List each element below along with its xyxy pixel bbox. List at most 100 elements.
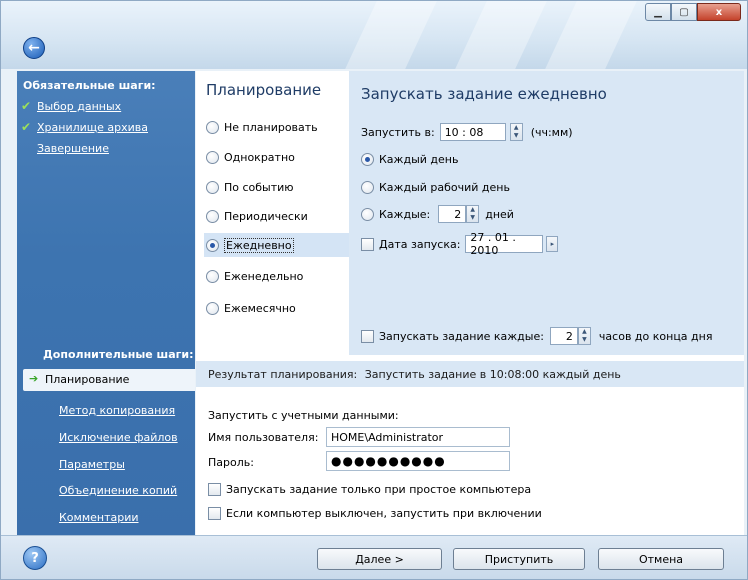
repeat-spinner[interactable]: ▲ ▼ [577,327,591,345]
radio-button[interactable] [206,180,219,194]
sidebar-item-archive-location[interactable]: ✔ Хранилище архива [17,120,195,134]
every-n-days-input[interactable]: 2 [438,205,467,223]
wizard-window: ▁ ▢ x ← Обязательные шаги: ✔ Выбор данных… [0,0,748,580]
idle-only-checkbox[interactable] [208,483,221,496]
radio-button-selected[interactable] [206,238,219,252]
radio-weekly[interactable]: Еженедельно [206,266,303,286]
planning-title: Планирование [206,81,322,99]
sidebar-item-comments[interactable]: Комментарии [59,511,139,524]
glass-streak [545,1,637,69]
start-date-row: Дата запуска: 27 . 01 . 2010 ▸ [361,231,559,257]
checkbox-label: Запускать задание только при простое ком… [226,483,532,496]
current-step-arrow-icon: ➔ [29,372,39,385]
required-steps-heading: Обязательные шаги: [23,79,156,92]
username-field[interactable]: HOME\Administrator [326,427,510,447]
help-icon[interactable]: ? [23,546,47,570]
daily-settings-panel: Запускать задание ежедневно Запустить в:… [349,71,744,355]
back-arrow-icon[interactable]: ← [23,37,45,59]
checkmark-icon: ✔ [21,120,32,134]
sidebar-item-label: Хранилище архива [37,121,149,134]
optional-steps-heading: Дополнительные шаги: [43,348,194,361]
sidebar-item-finish[interactable]: Завершение [17,142,195,155]
sidebar-item-scheduling[interactable]: ➔ Планирование [23,369,195,391]
radio-monthly[interactable]: Ежемесячно [206,298,296,318]
checkmark-icon: ✔ [21,99,32,113]
password-label: Пароль: [208,456,254,469]
run-on-startup-option[interactable]: Если компьютер выключен, запустить при в… [208,507,542,520]
radio-no-schedule[interactable]: Не планировать [206,117,318,137]
next-button[interactable]: Далее > [317,548,442,570]
radio-label: Каждый рабочий день [379,181,510,194]
radio-periodically[interactable]: Периодически [206,206,308,226]
radio-every-n-days[interactable]: Каждые: 2 ▲ ▼ дней [361,205,514,223]
radio-label: Периодически [224,209,308,223]
radio-label: Еженедельно [224,269,304,283]
repeat-checkbox[interactable] [361,329,374,343]
repeat-row: Запускать задание каждые: 2 ▲ ▼ часов до … [361,327,712,345]
glass-streak [455,1,547,69]
checkbox-label: Если компьютер выключен, запустить при в… [226,507,542,520]
repeat-suffix-label: часов до конца дня [598,329,713,343]
radio-button[interactable] [206,301,219,315]
radio-label: Не планировать [224,120,318,134]
days-spinner[interactable]: ▲ ▼ [466,205,480,223]
window-controls: ▁ ▢ x [645,3,741,21]
wizard-button-bar: ? Далее > Приступить Отмена [1,535,747,579]
radio-button[interactable] [206,150,219,164]
radio-label: По событию [224,180,294,194]
sidebar-item-copy-method[interactable]: Метод копирования [59,404,175,417]
close-icon[interactable]: x [697,3,741,21]
sidebar-item-merge-copies[interactable]: Объединение копий [59,484,177,497]
radio-button[interactable] [206,269,219,283]
run-on-startup-checkbox[interactable] [208,507,221,520]
start-date-label: Дата запуска: [379,237,461,251]
radio-daily[interactable]: Ежедневно [204,233,350,257]
start-time-label: Запустить в: [361,125,435,139]
time-spinner[interactable]: ▲ ▼ [509,123,523,141]
radio-button[interactable] [206,209,219,223]
radio-button[interactable] [361,181,374,194]
radio-once[interactable]: Однократно [206,147,295,167]
radio-label: Ежедневно [224,237,294,253]
repeat-label: Запускать задание каждые: [379,329,544,343]
sidebar-item-file-exclusion[interactable]: Исключение файлов [59,431,178,444]
start-date-checkbox[interactable] [361,237,374,251]
radio-label: Ежемесячно [224,301,296,315]
radio-on-event[interactable]: По событию [206,177,294,197]
start-time-row: Запустить в: 10 : 08 ▲ ▼ (чч:мм) [361,123,573,141]
idle-only-option[interactable]: Запускать задание только при простое ком… [208,483,531,496]
radio-button-selected[interactable] [361,153,374,166]
start-date-input[interactable]: 27 . 01 . 2010 [465,231,544,257]
radio-button[interactable] [361,207,374,221]
sidebar-item-label: Завершение [37,142,109,155]
repeat-hours-input[interactable]: 2 [549,327,578,345]
maximize-icon[interactable]: ▢ [671,3,697,21]
minimize-icon[interactable]: ▁ [645,3,671,21]
wizard-sidebar: Обязательные шаги: ✔ Выбор данных ✔ Хранил… [17,71,195,535]
sidebar-item-data-selection[interactable]: ✔ Выбор данных [17,99,195,113]
result-label: Результат планирования: [208,368,358,381]
radio-label: Каждый день [379,153,459,166]
radio-label: Каждые: [379,207,431,221]
proceed-button[interactable]: Приступить [453,548,585,570]
radio-button[interactable] [206,120,219,134]
daily-panel-title: Запускать задание ежедневно [361,85,607,103]
title-bar: ▁ ▢ x ← [1,1,747,69]
radio-every-day[interactable]: Каждый день [361,153,458,166]
sidebar-item-parameters[interactable]: Параметры [59,458,125,471]
main-content: Планирование Не планировать Однократно П… [196,71,744,535]
glass-streak [345,1,437,69]
time-unit-label: (чч:мм) [530,125,573,139]
result-text: Запустить задание в 10:08:00 каждый день [364,368,621,381]
radio-label: Однократно [224,150,295,164]
credentials-heading: Запустить с учетными данными: [208,409,399,422]
username-label: Имя пользователя: [208,431,319,444]
start-time-input[interactable]: 10 : 08 [439,123,506,141]
sidebar-item-label: Выбор данных [37,100,122,113]
scheduling-result-bar: Результат планирования: Запустить задани… [196,361,744,387]
radio-every-workday[interactable]: Каждый рабочий день [361,181,510,194]
password-field[interactable]: ●●●●●●●●●● [326,451,510,471]
date-picker-arrow-icon[interactable]: ▸ [546,236,559,252]
days-label: дней [485,207,514,221]
cancel-button[interactable]: Отмена [598,548,724,570]
